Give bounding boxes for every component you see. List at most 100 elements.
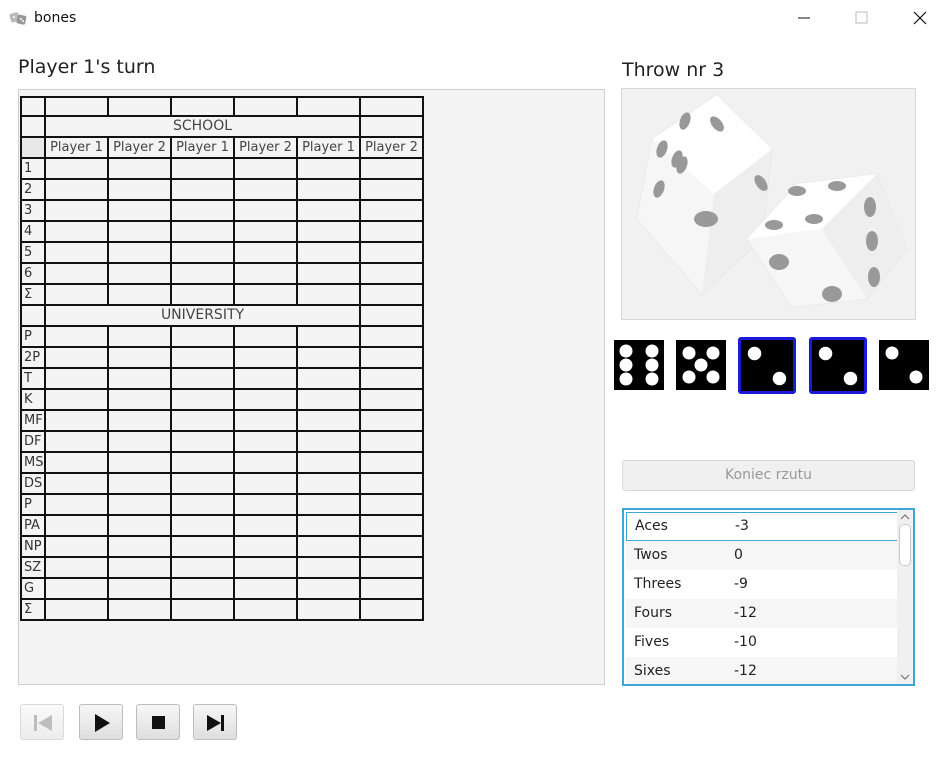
score-cell[interactable] — [170, 430, 235, 453]
score-cell[interactable] — [359, 157, 424, 180]
score-cell[interactable] — [44, 577, 109, 600]
score-option-aces[interactable]: Aces -3 — [626, 512, 898, 541]
score-cell[interactable] — [44, 157, 109, 180]
score-cell[interactable] — [107, 598, 172, 621]
score-cell[interactable] — [296, 241, 361, 264]
score-cell[interactable] — [233, 199, 298, 222]
score-cell[interactable] — [107, 367, 172, 390]
score-cell[interactable] — [170, 472, 235, 495]
score-cell[interactable] — [296, 220, 361, 243]
score-cell[interactable] — [107, 430, 172, 453]
score-cell[interactable] — [359, 346, 424, 369]
score-cell[interactable] — [359, 96, 424, 117]
score-cell[interactable] — [170, 556, 235, 579]
score-cell[interactable] — [233, 493, 298, 516]
score-cell[interactable] — [233, 220, 298, 243]
die-1[interactable] — [614, 340, 664, 390]
list-scrollbar[interactable] — [897, 510, 913, 684]
score-cell[interactable] — [107, 262, 172, 285]
score-cell[interactable] — [44, 96, 109, 117]
score-cell[interactable] — [359, 199, 424, 222]
score-cell[interactable] — [233, 472, 298, 495]
score-cell[interactable] — [107, 472, 172, 495]
score-cell[interactable] — [296, 388, 361, 411]
score-option-threes[interactable]: Threes -9 — [626, 570, 898, 599]
score-cell[interactable] — [170, 451, 235, 474]
score-cell[interactable] — [107, 388, 172, 411]
score-cell[interactable] — [170, 241, 235, 264]
score-cell[interactable] — [233, 262, 298, 285]
minimize-icon[interactable] — [792, 8, 816, 28]
score-cell[interactable] — [170, 199, 235, 222]
score-cell[interactable] — [44, 367, 109, 390]
score-option-sixes[interactable]: Sixes -12 — [626, 657, 898, 684]
score-cell[interactable] — [296, 157, 361, 180]
score-cell[interactable] — [170, 493, 235, 516]
score-cell[interactable] — [44, 262, 109, 285]
score-cell[interactable] — [44, 220, 109, 243]
score-cell[interactable] — [233, 241, 298, 264]
score-cell[interactable] — [170, 96, 235, 117]
close-icon[interactable] — [908, 8, 932, 28]
score-cell[interactable] — [170, 283, 235, 306]
score-cell[interactable] — [233, 598, 298, 621]
score-cell[interactable] — [170, 220, 235, 243]
score-cell[interactable] — [296, 577, 361, 600]
score-cell[interactable] — [170, 367, 235, 390]
score-cell[interactable] — [170, 346, 235, 369]
score-cell[interactable] — [107, 514, 172, 537]
score-cell[interactable] — [359, 241, 424, 264]
score-cell[interactable] — [233, 367, 298, 390]
score-cell[interactable] — [359, 367, 424, 390]
score-cell[interactable] — [296, 451, 361, 474]
score-option-twos[interactable]: Twos 0 — [626, 541, 898, 570]
score-cell[interactable] — [44, 388, 109, 411]
score-cell[interactable] — [170, 535, 235, 558]
score-cell[interactable] — [44, 346, 109, 369]
score-cell[interactable] — [170, 598, 235, 621]
score-cell[interactable] — [296, 598, 361, 621]
score-cell[interactable] — [359, 388, 424, 411]
die-5[interactable] — [879, 340, 929, 390]
score-cell[interactable] — [44, 178, 109, 201]
score-cell[interactable] — [170, 157, 235, 180]
score-option-fives[interactable]: Fives -10 — [626, 628, 898, 657]
score-cell[interactable] — [170, 577, 235, 600]
score-cell[interactable] — [233, 388, 298, 411]
score-cell[interactable] — [359, 493, 424, 516]
score-cell[interactable] — [359, 325, 424, 348]
score-cell[interactable] — [296, 535, 361, 558]
score-cell[interactable] — [296, 96, 361, 117]
score-cell[interactable] — [233, 283, 298, 306]
score-cell[interactable] — [44, 472, 109, 495]
score-option-fours[interactable]: Fours -12 — [626, 599, 898, 628]
die-2[interactable] — [676, 340, 726, 390]
score-cell[interactable] — [44, 283, 109, 306]
score-cell[interactable] — [296, 409, 361, 432]
score-cell[interactable] — [170, 325, 235, 348]
score-cell[interactable] — [296, 472, 361, 495]
score-cell[interactable] — [359, 535, 424, 558]
score-cell[interactable] — [296, 493, 361, 516]
score-cell[interactable] — [44, 598, 109, 621]
score-cell[interactable] — [296, 178, 361, 201]
score-cell[interactable] — [107, 199, 172, 222]
score-cell[interactable] — [44, 535, 109, 558]
score-cell[interactable] — [296, 346, 361, 369]
score-cell[interactable] — [359, 472, 424, 495]
score-cell[interactable] — [107, 325, 172, 348]
score-cell[interactable] — [359, 178, 424, 201]
scroll-down-icon[interactable] — [897, 670, 913, 684]
score-cell[interactable] — [296, 262, 361, 285]
score-cell[interactable] — [359, 220, 424, 243]
score-cell[interactable] — [359, 451, 424, 474]
score-cell[interactable] — [107, 96, 172, 117]
score-cell[interactable] — [170, 514, 235, 537]
score-cell[interactable] — [107, 493, 172, 516]
score-cell[interactable] — [170, 409, 235, 432]
score-cell[interactable] — [107, 283, 172, 306]
score-cell[interactable] — [359, 577, 424, 600]
score-cell[interactable] — [233, 535, 298, 558]
score-cell[interactable] — [359, 556, 424, 579]
scroll-thumb[interactable] — [899, 524, 911, 566]
